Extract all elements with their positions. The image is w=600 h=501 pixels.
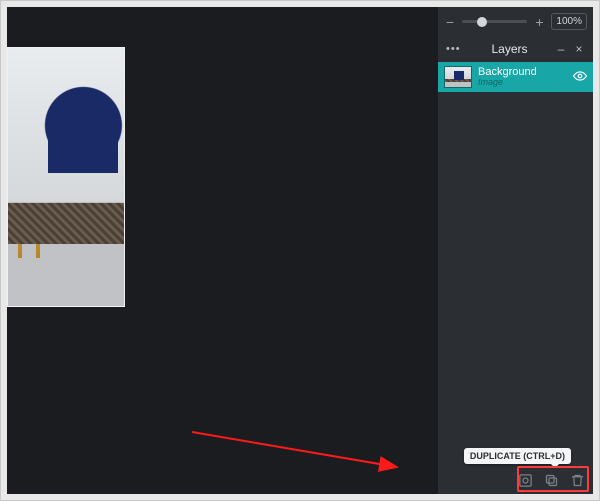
canvas-area[interactable] — [7, 7, 438, 494]
zoom-in-button[interactable]: + — [533, 16, 545, 28]
duplicate-icon[interactable] — [543, 472, 559, 488]
panel-menu-button[interactable]: ••• — [446, 43, 464, 55]
layer-text: Background Image — [478, 66, 567, 88]
add-mask-icon[interactable] — [517, 472, 533, 488]
zoom-value[interactable]: 100% — [551, 13, 587, 30]
canvas-image[interactable] — [7, 47, 125, 307]
layer-row[interactable]: Background Image — [438, 62, 593, 92]
delete-icon[interactable] — [569, 472, 585, 488]
layer-type: Image — [478, 78, 567, 88]
panel-close-button[interactable]: × — [573, 43, 585, 55]
layers-panel-header: ••• Layers – × — [438, 36, 593, 62]
app-window: − + 100% ••• Layers – × Background Image — [7, 7, 593, 494]
layers-sidebar: − + 100% ••• Layers – × Background Image — [438, 7, 593, 494]
panel-title: Layers — [470, 42, 549, 56]
zoom-out-button[interactable]: − — [444, 16, 456, 28]
layer-actions-bar: DUPLICATE (CTRL+D) — [438, 466, 593, 494]
zoom-controls: − + 100% — [438, 7, 593, 36]
layer-thumbnail — [444, 66, 472, 88]
visibility-toggle-icon[interactable] — [573, 69, 587, 86]
panel-minimize-button[interactable]: – — [555, 43, 567, 55]
zoom-slider[interactable] — [462, 20, 527, 23]
layers-list-empty-area[interactable] — [438, 96, 593, 466]
zoom-slider-thumb[interactable] — [477, 17, 487, 27]
duplicate-tooltip: DUPLICATE (CTRL+D) — [464, 448, 571, 464]
